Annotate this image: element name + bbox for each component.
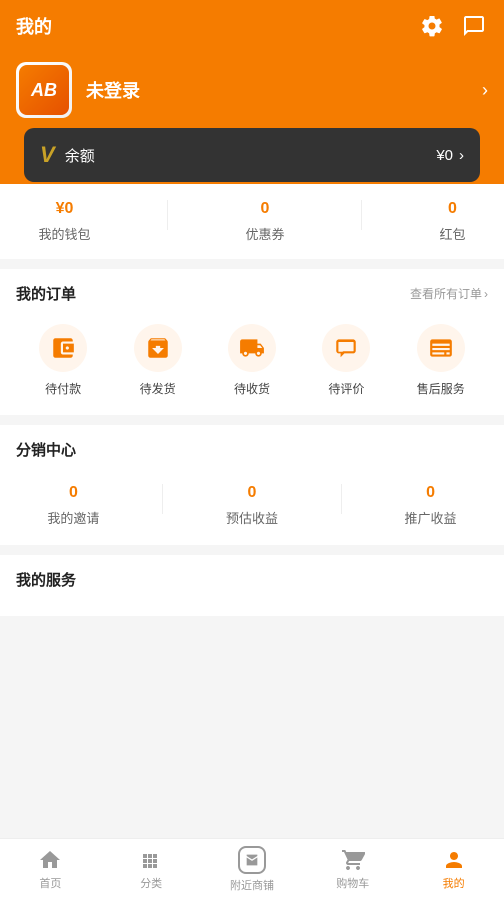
- order-pending-ship[interactable]: 待发货: [134, 324, 182, 397]
- header-top: 我的: [16, 12, 488, 52]
- nav-home[interactable]: 首页: [0, 842, 101, 891]
- pending-ship-label: 待发货: [140, 380, 176, 397]
- after-sale-label: 售后服务: [417, 380, 465, 397]
- invite-label: 我的邀请: [47, 508, 99, 527]
- nav-cart[interactable]: 购物车: [302, 842, 403, 891]
- promo-label: 推广收益: [405, 508, 457, 527]
- divider-1: [167, 200, 168, 230]
- balance-right: ¥0 ›: [436, 147, 464, 164]
- distribution-header: 分销中心: [16, 439, 488, 460]
- header-icons: [418, 12, 488, 40]
- distribution-section: 分销中心 0 我的邀请 0 预估收益 0 推广收益: [0, 425, 504, 545]
- orders-header: 我的订单 查看所有订单 ›: [16, 283, 488, 304]
- services-header: 我的服务: [16, 569, 488, 590]
- order-pending-pay[interactable]: 待付款: [39, 324, 87, 397]
- nav-nearby[interactable]: 附近商铺: [202, 840, 303, 893]
- view-all-label: 查看所有订单: [410, 285, 482, 302]
- pending-receive-label: 待收货: [234, 380, 270, 397]
- coupon-label: 优惠券: [245, 224, 284, 243]
- pending-pay-label: 待付款: [45, 380, 81, 397]
- avatar: AB: [16, 62, 72, 118]
- order-after-sale[interactable]: 售后服务: [417, 324, 465, 397]
- cart-icon: [341, 848, 365, 872]
- message-button[interactable]: [460, 12, 488, 40]
- pending-ship-icon-circle: [134, 324, 182, 372]
- message-icon: [462, 14, 486, 38]
- order-pending-receive[interactable]: 待收货: [228, 324, 276, 397]
- order-pending-review[interactable]: 待评价: [322, 324, 370, 397]
- nav-cart-label: 购物车: [336, 875, 369, 891]
- view-all-orders[interactable]: 查看所有订单 ›: [410, 285, 488, 302]
- orders-title: 我的订单: [16, 283, 76, 304]
- wallet-label: 我的钱包: [38, 224, 90, 243]
- balance-left: V 余额: [40, 142, 95, 168]
- user-section[interactable]: AB 未登录 ›: [0, 52, 504, 138]
- pending-review-icon-circle: [322, 324, 370, 372]
- home-icon: [38, 848, 62, 872]
- store-icon: [238, 846, 266, 874]
- nav-mine[interactable]: 我的: [403, 842, 504, 891]
- orders-section: 我的订单 查看所有订单 › 待付款 待发货: [0, 269, 504, 415]
- after-sale-icon-circle: [417, 324, 465, 372]
- pending-pay-icon-circle: [39, 324, 87, 372]
- stats-row: ¥0 我的钱包 0 优惠券 0 红包: [0, 184, 504, 259]
- invite-value: 0: [69, 484, 78, 502]
- balance-amount: ¥0: [436, 147, 453, 164]
- services-section: 我的服务: [0, 555, 504, 616]
- header: 我的: [0, 0, 504, 52]
- stat-coupon[interactable]: 0 优惠券: [245, 200, 284, 243]
- gear-icon: [420, 14, 444, 38]
- dist-invite[interactable]: 0 我的邀请: [47, 484, 99, 527]
- grid-icon: [139, 848, 163, 872]
- avatar-text: AB: [31, 80, 57, 101]
- nav-home-label: 首页: [39, 875, 61, 891]
- dist-estimate[interactable]: 0 预估收益: [226, 484, 278, 527]
- bottom-nav: 首页 分类 附近商铺 购物车 我的: [0, 838, 504, 898]
- user-chevron: ›: [482, 80, 488, 101]
- pending-receive-icon-circle: [228, 324, 276, 372]
- page-title: 我的: [16, 13, 52, 39]
- store-inner-icon: [244, 852, 260, 868]
- wallet-icon: [50, 335, 76, 361]
- distribution-stats: 0 我的邀请 0 预估收益 0 推广收益: [16, 476, 488, 531]
- user-left: AB 未登录: [16, 62, 140, 118]
- nav-mine-label: 我的: [443, 875, 465, 891]
- estimate-label: 预估收益: [226, 508, 278, 527]
- avatar-inner: AB: [19, 65, 69, 115]
- person-icon: [442, 848, 466, 872]
- stat-redpacket[interactable]: 0 红包: [439, 200, 465, 243]
- pending-review-label: 待评价: [328, 380, 364, 397]
- login-status: 未登录: [86, 77, 140, 103]
- balance-card[interactable]: V 余额 ¥0 ›: [24, 128, 480, 182]
- dist-promo[interactable]: 0 推广收益: [405, 484, 457, 527]
- wallet-value: ¥0: [56, 200, 74, 218]
- services-title: 我的服务: [16, 569, 76, 590]
- promo-value: 0: [426, 484, 435, 502]
- balance-label: 余额: [65, 145, 95, 166]
- divider-2: [361, 200, 362, 230]
- settings-button[interactable]: [418, 12, 446, 40]
- distribution-title: 分销中心: [16, 439, 76, 460]
- after-sale-icon: [428, 335, 454, 361]
- redpacket-value: 0: [448, 200, 457, 218]
- nav-category-label: 分类: [140, 875, 162, 891]
- nav-category[interactable]: 分类: [101, 842, 202, 891]
- dist-divider-2: [341, 484, 342, 514]
- dist-divider-1: [162, 484, 163, 514]
- nav-nearby-label: 附近商铺: [230, 877, 274, 893]
- redpacket-label: 红包: [439, 224, 465, 243]
- stat-wallet[interactable]: ¥0 我的钱包: [38, 200, 90, 243]
- coupon-value: 0: [261, 200, 270, 218]
- truck-icon: [239, 335, 265, 361]
- v-icon: V: [40, 142, 55, 168]
- comment-icon: [333, 335, 359, 361]
- box-icon: [145, 335, 171, 361]
- estimate-value: 0: [248, 484, 257, 502]
- balance-chevron: ›: [459, 147, 464, 164]
- order-icons-row: 待付款 待发货 待收货: [16, 320, 488, 401]
- view-all-chevron: ›: [484, 287, 488, 301]
